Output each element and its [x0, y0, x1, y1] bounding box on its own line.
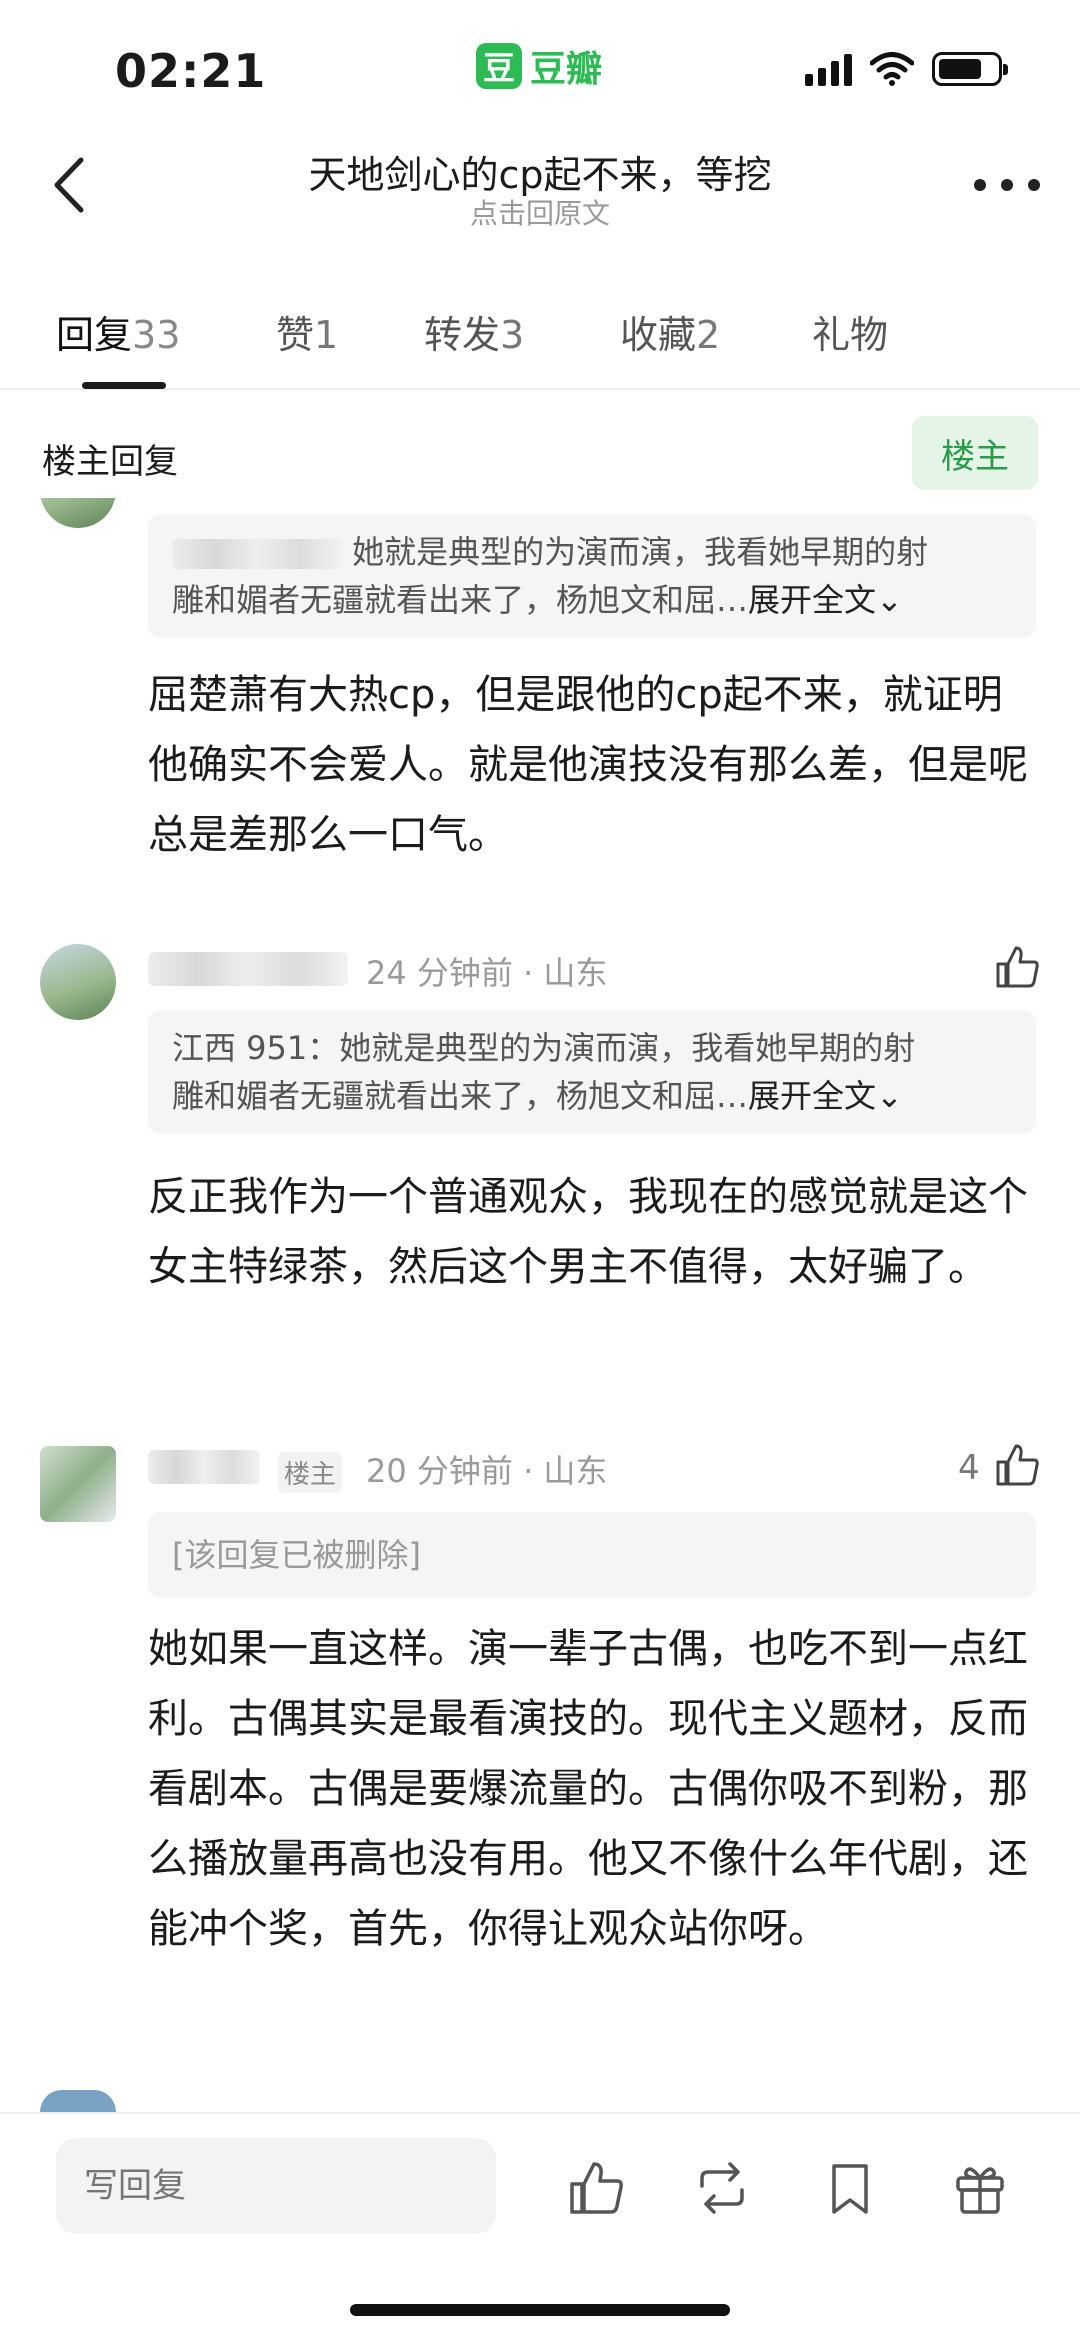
quote-text-2: 雕和媚者无疆就看出来了，杨旭文和屈…: [172, 581, 749, 619]
quote-text: 她就是典型的为演而演，我看她早期的射: [352, 533, 929, 571]
status-bar: 02:21 豆 豆瓣: [0, 0, 1080, 130]
tab-favorites[interactable]: 收藏2: [620, 304, 720, 359]
bottom-action-bar: [0, 2112, 1080, 2337]
comment-body: 反正我作为一个普通观众，我现在的感觉就是这个女主特绿茶，然后这个男主不值得，太好…: [148, 1174, 1028, 1290]
comment-meta: 20 分钟前 · 山东: [366, 1452, 608, 1490]
more-icon[interactable]: [974, 170, 1040, 200]
bookmark-icon[interactable]: [822, 2160, 878, 2216]
quote-text: 她就是典型的为演而演，我看她早期的射: [339, 1029, 916, 1067]
quote-text-2: 雕和媚者无疆就看出来了，杨旭文和屈…: [172, 1077, 749, 1115]
cellular-signal-icon: [805, 52, 852, 86]
blurred-username: [148, 1450, 260, 1484]
tab-likes[interactable]: 赞1: [276, 304, 338, 359]
like-count: 4: [958, 1448, 980, 1488]
avatar[interactable]: [40, 2090, 116, 2112]
post-title[interactable]: 天地剑心的cp起不来，等挖: [0, 144, 1080, 199]
chevron-down-icon: ⌄: [876, 581, 903, 619]
quote-author: 江西 951：: [172, 1029, 340, 1067]
comment-meta: 24 分钟前 · 山东: [366, 954, 608, 992]
active-tab-indicator: [82, 382, 166, 389]
back-to-original-link[interactable]: 点击回原文: [0, 192, 1080, 232]
quoted-reply[interactable]: 她就是典型的为演而演，我看她早期的射 雕和媚者无疆就看出来了，杨旭文和屈…展开全…: [148, 514, 1036, 638]
app-badge: 豆 豆瓣: [476, 40, 602, 92]
like-icon[interactable]: [994, 1442, 1040, 1488]
repost-icon[interactable]: [694, 2160, 750, 2216]
status-time: 02:21: [115, 44, 267, 98]
section-title: 楼主回复: [42, 442, 178, 482]
like-icon[interactable]: [568, 2160, 624, 2216]
reply-input[interactable]: [56, 2138, 496, 2234]
gift-icon[interactable]: [952, 2160, 1008, 2216]
status-icons: [805, 52, 1008, 86]
top-header: 天地剑心的cp起不来，等挖 点击回原文: [0, 130, 1080, 240]
deleted-quote: [该回复已被删除]: [148, 1512, 1036, 1598]
owner-tag: 楼主: [278, 1452, 343, 1493]
app-name: 豆瓣: [530, 49, 603, 90]
expand-full-text[interactable]: 展开全文: [748, 581, 876, 619]
wifi-icon: [870, 52, 914, 86]
owner-replies-header: 楼主回复 楼主: [0, 412, 1080, 492]
home-indicator: [350, 2304, 730, 2316]
owner-filter-button[interactable]: 楼主: [912, 416, 1038, 490]
avatar[interactable]: [40, 1446, 116, 1522]
tab-replies[interactable]: 回复33: [56, 304, 180, 359]
tab-gifts[interactable]: 礼物: [812, 304, 888, 359]
battery-icon: [932, 52, 1008, 86]
tab-bar: 回复33 赞1 转发3 收藏2 礼物: [0, 290, 1080, 390]
quoted-reply[interactable]: 江西 951：她就是典型的为演而演，我看她早期的射 雕和媚者无疆就看出来了，杨旭…: [148, 1010, 1036, 1134]
chevron-down-icon: ⌄: [876, 1077, 903, 1115]
like-icon[interactable]: [994, 944, 1040, 990]
tab-reposts[interactable]: 转发3: [424, 304, 524, 359]
blurred-username: [148, 952, 348, 986]
comment-body: 她如果一直这样。演一辈子古偶，也吃不到一点红利。古偶其实是最看演技的。现代主义题…: [148, 1626, 1028, 1952]
douban-logo-icon: 豆: [476, 43, 522, 89]
avatar[interactable]: [40, 944, 116, 1020]
expand-full-text[interactable]: 展开全文: [748, 1077, 876, 1115]
comment-body: 屈楚萧有大热cp，但是跟他的cp起不来，就证明他确实不会爱人。就是他演技没有那么…: [148, 672, 1028, 858]
